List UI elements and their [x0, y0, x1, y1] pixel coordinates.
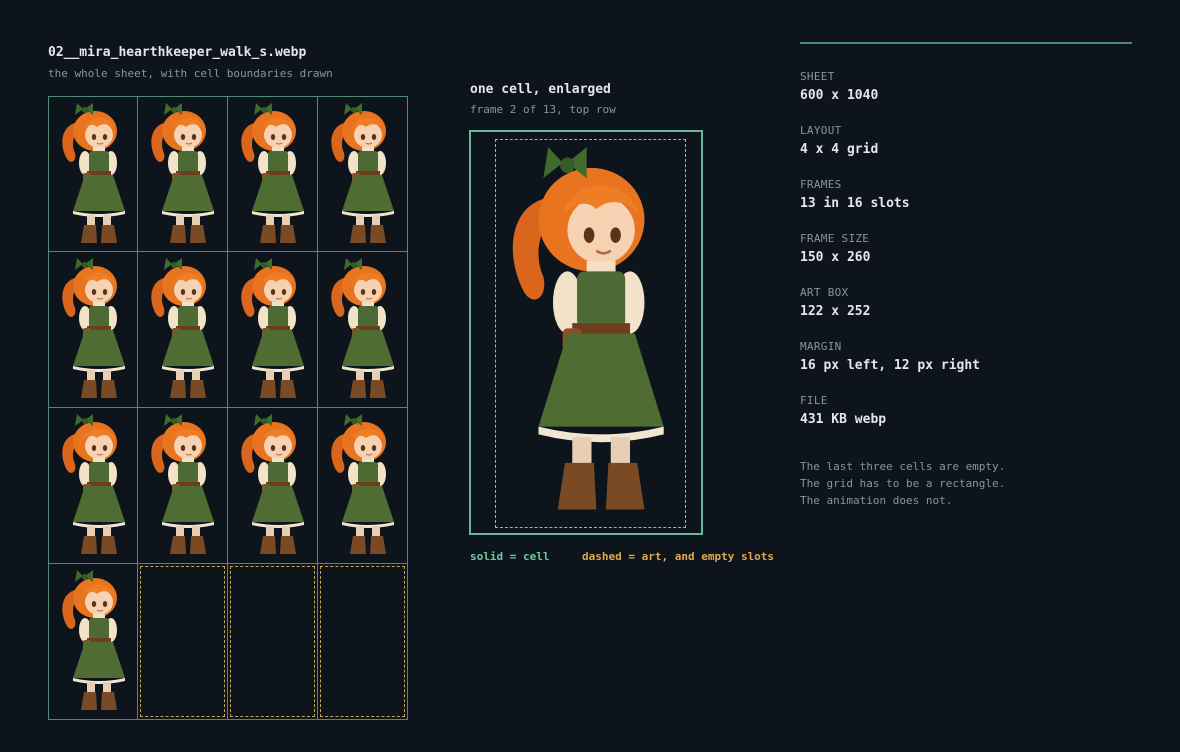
stat-label: FRAMES — [800, 178, 842, 191]
character-sprite-icon — [326, 412, 402, 560]
character-sprite-icon — [326, 101, 402, 249]
enlarged-title: one cell, enlarged — [470, 82, 611, 97]
sheet-caption: the whole sheet, with cell boundaries dr… — [48, 67, 333, 80]
empty-slot-cell — [228, 564, 318, 720]
stat-margin: MARGIN 16 px left, 12 px right — [800, 340, 1130, 373]
note-line: The animation does not. — [800, 494, 953, 507]
stat-label: FILE — [800, 394, 828, 407]
enlarged-caption: frame 2 of 13, top row — [470, 103, 616, 116]
sprite-frame-cell — [318, 408, 408, 564]
stat-label: MARGIN — [800, 340, 842, 353]
stat-frames: FRAMES 13 in 16 slots — [800, 178, 1130, 211]
stat-value: 16 px left, 12 px right — [800, 358, 981, 373]
sprite-frame-cell — [138, 408, 228, 564]
sprite-frame-cell — [228, 408, 318, 564]
stat-frame-size: FRAME SIZE 150 x 260 — [800, 232, 1130, 265]
notes: The last three cells are empty. The grid… — [800, 458, 1005, 509]
stat-label: SHEET — [800, 70, 835, 83]
character-sprite-icon — [236, 256, 312, 404]
stat-layout: LAYOUT 4 x 4 grid — [800, 124, 1130, 157]
note-line: The last three cells are empty. — [800, 460, 1006, 473]
stats-divider — [800, 42, 1132, 44]
enlarged-cell — [469, 130, 703, 535]
sheet-filename: 02__mira_hearthkeeper_walk_s.webp — [48, 45, 307, 60]
character-sprite-icon — [236, 101, 312, 249]
sprite-frame-cell — [318, 96, 408, 252]
sprite-frame-cell — [48, 408, 138, 564]
stat-value: 4 x 4 grid — [800, 142, 879, 157]
stat-value: 122 x 252 — [800, 304, 871, 319]
sprite-frame-cell — [228, 252, 318, 408]
sprite-frame-cell — [138, 252, 228, 408]
legend-dashed: dashed = art, and empty slots — [582, 550, 775, 563]
character-sprite-icon — [57, 256, 133, 404]
sprite-frame-cell — [48, 564, 138, 720]
character-sprite-icon — [57, 568, 133, 716]
note-line: The grid has to be a rectangle. — [800, 477, 1006, 490]
stat-label: ART BOX — [800, 286, 849, 299]
stat-value: 150 x 260 — [800, 250, 871, 265]
sprite-frame-cell — [48, 96, 138, 252]
legend-solid: solid = cell — [470, 550, 550, 563]
empty-slot-cell — [138, 564, 228, 720]
stat-sheet: SHEET 600 x 1040 — [800, 70, 1130, 103]
stat-file: FILE 431 KB webp — [800, 394, 1130, 427]
character-sprite-icon — [146, 101, 222, 249]
art-box — [495, 139, 686, 528]
stat-label: LAYOUT — [800, 124, 842, 137]
sprite-frame-cell — [318, 252, 408, 408]
stat-value: 600 x 1040 — [800, 88, 879, 103]
character-sprite-icon — [146, 412, 222, 560]
stat-art-box: ART BOX 122 x 252 — [800, 286, 1130, 319]
stat-value: 13 in 16 slots — [800, 196, 910, 211]
sprite-sheet-grid — [48, 96, 408, 720]
character-sprite-icon — [57, 101, 133, 249]
character-sprite-icon — [57, 412, 133, 560]
stat-value: 431 KB webp — [800, 412, 887, 427]
character-sprite-icon — [236, 412, 312, 560]
sprite-frame-cell — [48, 252, 138, 408]
character-sprite-icon — [500, 142, 683, 525]
sprite-frame-cell — [228, 96, 318, 252]
empty-slot-cell — [318, 564, 408, 720]
stat-label: FRAME SIZE — [800, 232, 870, 245]
character-sprite-icon — [326, 256, 402, 404]
character-sprite-icon — [146, 256, 222, 404]
sprite-frame-cell — [138, 96, 228, 252]
